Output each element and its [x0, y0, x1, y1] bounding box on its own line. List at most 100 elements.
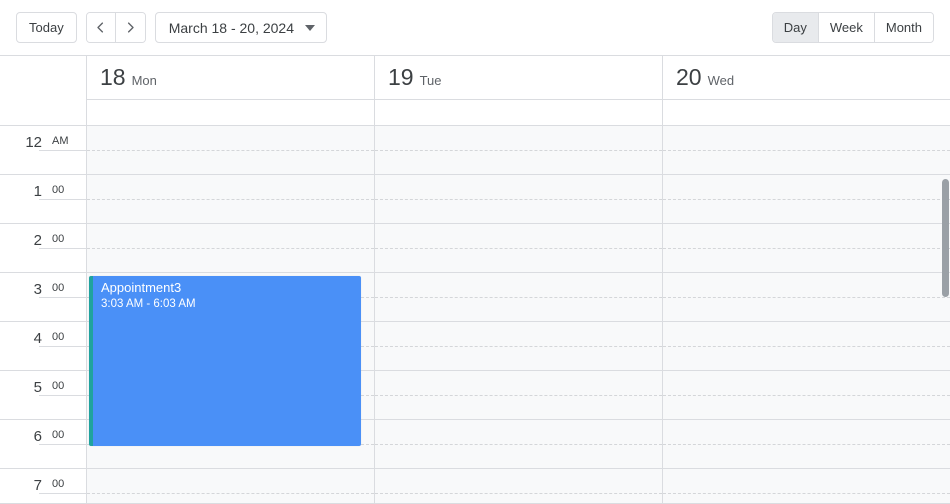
time-gutter-header: [0, 56, 87, 125]
day-number-tue: 19: [388, 64, 414, 90]
time-label-row: 5 00: [0, 371, 86, 420]
time-label-hour: 12: [25, 134, 42, 151]
day-header-columns: 18 Mon 19 Tue 20 Wed: [87, 56, 950, 125]
today-button[interactable]: Today: [16, 12, 77, 43]
time-label-hour: 2: [33, 232, 42, 249]
time-slot[interactable]: [375, 175, 662, 224]
calendar-grid: 18 Mon 19 Tue 20 Wed 12 AM 1 00 2 00 3 0…: [0, 55, 950, 504]
time-slot[interactable]: [375, 322, 662, 371]
all-day-cell-wed[interactable]: [663, 100, 950, 125]
time-slot[interactable]: [663, 322, 950, 371]
time-label-row: 1 00: [0, 175, 86, 224]
appointment-block[interactable]: Appointment3 3:03 AM - 6:03 AM: [89, 276, 361, 446]
day-header-column-1: 19 Tue: [375, 56, 663, 125]
time-label-row: 2 00: [0, 224, 86, 273]
time-label-hour: 4: [33, 330, 42, 347]
day-columns: Appointment3 3:03 AM - 6:03 AM: [87, 126, 950, 503]
day-column-mon: Appointment3 3:03 AM - 6:03 AM: [87, 126, 375, 503]
date-range-dropdown[interactable]: March 18 - 20, 2024: [154, 12, 327, 43]
time-slot[interactable]: [375, 126, 662, 175]
time-tick: [39, 248, 86, 249]
view-button-month[interactable]: Month: [874, 13, 933, 42]
toolbar-left-group: Today March 18 - 20, 2024: [16, 12, 327, 43]
time-slot[interactable]: [663, 469, 950, 503]
chevron-left-icon: [93, 20, 108, 35]
time-tick: [39, 297, 86, 298]
time-label-hour: 3: [33, 281, 42, 298]
day-column-tue: [375, 126, 663, 503]
day-header-tue[interactable]: 19 Tue: [375, 56, 662, 100]
time-slot[interactable]: [663, 420, 950, 469]
time-tick: [39, 493, 86, 494]
time-tick: [39, 199, 86, 200]
time-label-row: 7 00: [0, 469, 86, 503]
calendar-toolbar: Today March 18 - 20, 2024 Day Week Month: [0, 0, 950, 55]
time-slot[interactable]: [87, 469, 374, 503]
time-label-suffix: 00: [52, 282, 65, 294]
day-header-column-2: 20 Wed: [663, 56, 950, 125]
chevron-right-icon: [123, 20, 138, 35]
time-label-suffix: 00: [52, 331, 65, 343]
time-slot[interactable]: [87, 224, 374, 273]
time-label-hour: 1: [33, 183, 42, 200]
time-tick: [39, 150, 86, 151]
day-header-wed[interactable]: 20 Wed: [663, 56, 950, 100]
previous-period-button[interactable]: [86, 13, 116, 42]
appointment-time: 3:03 AM - 6:03 AM: [101, 298, 196, 310]
time-label-hour: 7: [33, 477, 42, 494]
day-name-wed: Wed: [707, 73, 735, 88]
time-label-row: 4 00: [0, 322, 86, 371]
calendar-app: Today March 18 - 20, 2024 Day Week Month…: [0, 0, 950, 504]
time-slot[interactable]: [375, 371, 662, 420]
day-column-wed: [663, 126, 950, 503]
time-label-hour: 5: [33, 379, 42, 396]
day-number-mon: 18: [100, 64, 126, 90]
time-label-suffix: 00: [52, 184, 65, 196]
view-button-week-label: Week: [829, 20, 863, 35]
day-name-tue: Tue: [419, 73, 442, 88]
date-nav-group: [85, 12, 146, 43]
time-slot[interactable]: [663, 126, 950, 175]
view-switcher: Day Week Month: [771, 12, 934, 43]
time-label-suffix: AM: [52, 135, 69, 147]
time-label-suffix: 00: [52, 429, 65, 441]
time-tick: [39, 444, 86, 445]
time-slot[interactable]: [375, 273, 662, 322]
view-button-day[interactable]: Day: [772, 13, 819, 42]
all-day-cell-mon[interactable]: [87, 100, 374, 125]
time-label-row: 3 00: [0, 273, 86, 322]
time-label-row: 12 AM: [0, 126, 86, 175]
time-slot[interactable]: [663, 175, 950, 224]
time-slot[interactable]: [87, 175, 374, 224]
calendar-vertical-scrollbar[interactable]: [941, 126, 950, 503]
appointment-title: Appointment3: [101, 280, 182, 295]
time-slot[interactable]: [375, 420, 662, 469]
time-label-suffix: 00: [52, 478, 65, 490]
time-gutter: 12 AM 1 00 2 00 3 00 4 00 5 00 6 00 7 00: [0, 126, 87, 503]
time-label-suffix: 00: [52, 233, 65, 245]
time-slot[interactable]: [375, 224, 662, 273]
time-tick: [39, 346, 86, 347]
view-button-month-label: Month: [885, 20, 922, 35]
calendar-header: 18 Mon 19 Tue 20 Wed: [0, 56, 950, 126]
view-button-day-label: Day: [783, 20, 807, 35]
time-slot[interactable]: [87, 126, 374, 175]
scrollbar-thumb[interactable]: [942, 179, 949, 297]
today-button-label: Today: [29, 20, 64, 35]
time-slot[interactable]: [663, 371, 950, 420]
chevron-down-icon: [305, 24, 315, 31]
date-range-label: March 18 - 20, 2024: [168, 19, 294, 36]
day-header-column-0: 18 Mon: [87, 56, 375, 125]
all-day-cell-tue[interactable]: [375, 100, 662, 125]
time-label-suffix: 00: [52, 380, 65, 392]
toolbar-right-group: Day Week Month: [771, 12, 934, 43]
calendar-body: 12 AM 1 00 2 00 3 00 4 00 5 00 6 00 7 00…: [0, 126, 950, 503]
view-button-week[interactable]: Week: [818, 13, 875, 42]
time-slot[interactable]: [663, 273, 950, 322]
time-tick: [39, 395, 86, 396]
day-header-mon[interactable]: 18 Mon: [87, 56, 374, 100]
time-label-row: 6 00: [0, 420, 86, 469]
time-slot[interactable]: [663, 224, 950, 273]
time-slot[interactable]: [375, 469, 662, 503]
next-period-button[interactable]: [115, 13, 145, 42]
